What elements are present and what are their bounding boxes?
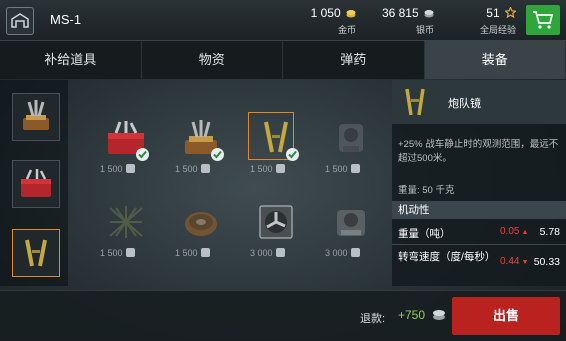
silver-label: 银币 bbox=[374, 23, 434, 36]
item-price: 3 000 bbox=[250, 248, 310, 258]
top-bar: MS-1 1 050 金币 36 815 银币 51 全局经验 bbox=[0, 0, 566, 41]
binoculars-icon bbox=[17, 234, 55, 272]
detail-header: 炮队镜 bbox=[392, 80, 566, 124]
bottom-bar: 退款: +750 出售 bbox=[0, 290, 566, 341]
silver-icon bbox=[126, 248, 135, 257]
arrow-up-icon: ▲ bbox=[521, 229, 528, 236]
slot-3[interactable] bbox=[12, 229, 60, 277]
refund-label: 退款: bbox=[360, 310, 385, 326]
item-price: 1 500 bbox=[250, 164, 310, 174]
stat-delta: 0.05▲ bbox=[500, 226, 528, 237]
gold-value: 1 050 bbox=[311, 6, 341, 20]
binoculars-icon bbox=[400, 86, 430, 118]
item-toolbox[interactable]: 1 500 bbox=[100, 116, 152, 172]
gold-balance: 1 050 金币 bbox=[300, 6, 356, 36]
garage-button[interactable] bbox=[6, 7, 34, 35]
item-price: 1 500 bbox=[325, 164, 385, 174]
slot-1[interactable] bbox=[12, 93, 60, 141]
item-price: 1 500 bbox=[100, 248, 160, 258]
fan-icon bbox=[254, 202, 298, 242]
rammer-icon bbox=[17, 98, 55, 136]
toolbox-icon bbox=[17, 165, 55, 203]
stat-delta: 0.44▼ bbox=[500, 256, 528, 267]
silver-icon bbox=[351, 248, 360, 257]
slot-2[interactable] bbox=[12, 160, 60, 208]
silver-icon bbox=[201, 248, 210, 257]
arrow-down-icon: ▼ bbox=[521, 259, 528, 266]
check-icon bbox=[136, 148, 149, 161]
item-camo-net[interactable]: 1 500 bbox=[100, 200, 152, 256]
silver-icon bbox=[201, 164, 210, 173]
item-price: 1 500 bbox=[175, 248, 235, 258]
camo-net-icon bbox=[104, 202, 148, 242]
silver-icon bbox=[276, 164, 285, 173]
stat-label: 转弯速度（度/每秒） bbox=[398, 250, 496, 264]
engine-icon bbox=[329, 202, 373, 242]
tab-ammo[interactable]: 弹药 bbox=[283, 41, 425, 79]
installed-slots bbox=[0, 80, 68, 286]
tab-supplies[interactable]: 补给道具 bbox=[0, 41, 142, 79]
stat-label: 重量（吨） bbox=[398, 226, 451, 241]
item-price: 3 000 bbox=[325, 248, 385, 258]
item-detail-panel: 炮队镜 +25% 战车静止时的观测范围，最远不超过500米。 重量: 50 千克… bbox=[392, 80, 566, 286]
gold-icon bbox=[346, 7, 356, 21]
check-icon bbox=[211, 148, 224, 161]
stat-value: 5.78 bbox=[540, 226, 560, 238]
item-ventilation[interactable]: 1 500 bbox=[325, 116, 377, 172]
item-fan[interactable]: 3 000 bbox=[250, 200, 302, 256]
silver-icon bbox=[276, 248, 285, 257]
item-weight: 重量: 50 千克 bbox=[398, 182, 455, 196]
ventilation-icon bbox=[329, 118, 373, 158]
gold-label: 金币 bbox=[300, 23, 356, 36]
sell-button[interactable]: 出售 bbox=[452, 297, 560, 335]
section-header-mobility: 机动性 bbox=[392, 201, 566, 219]
refund-value: +750 bbox=[398, 308, 425, 322]
silver-icon bbox=[126, 164, 135, 173]
stat-value: 50.33 bbox=[534, 256, 560, 268]
tab-materials[interactable]: 物资 bbox=[142, 41, 284, 79]
item-price: 1 500 bbox=[175, 164, 235, 174]
divider bbox=[392, 244, 566, 245]
tab-equipment[interactable]: 装备 bbox=[425, 41, 566, 79]
stat-row-turn-speed: 转弯速度（度/每秒） 0.44▼ 50.33 bbox=[392, 250, 566, 280]
item-engine-part[interactable]: 3 000 bbox=[325, 200, 377, 256]
silver-value: 36 815 bbox=[382, 6, 419, 20]
category-tabs: 补给道具 物资 弹药 装备 bbox=[0, 41, 566, 79]
item-name: 炮队镜 bbox=[448, 95, 481, 111]
item-spall-liner[interactable]: 1 500 bbox=[175, 200, 227, 256]
xp-label: 全局经验 bbox=[470, 23, 516, 36]
garage-icon bbox=[11, 13, 29, 28]
silver-icon bbox=[351, 164, 360, 173]
silver-icon bbox=[424, 7, 434, 21]
silver-balance: 36 815 银币 bbox=[374, 6, 434, 36]
item-binoculars[interactable]: 1 500 bbox=[250, 116, 302, 172]
screen: MS-1 1 050 金币 36 815 银币 51 全局经验 bbox=[0, 0, 566, 340]
star-icon bbox=[505, 7, 516, 21]
item-rammer[interactable]: 1 500 bbox=[175, 116, 227, 172]
silver-icon bbox=[432, 307, 446, 326]
xp-balance: 51 全局经验 bbox=[470, 6, 516, 36]
check-icon bbox=[286, 148, 299, 161]
item-description: +25% 战车静止时的观测范围，最远不超过500米。 bbox=[398, 138, 562, 166]
shop-button[interactable] bbox=[526, 5, 560, 35]
tank-name: MS-1 bbox=[50, 12, 81, 27]
xp-value: 51 bbox=[486, 6, 499, 20]
item-price: 1 500 bbox=[100, 164, 160, 174]
cart-icon bbox=[532, 10, 554, 30]
spall-liner-icon bbox=[179, 202, 223, 242]
